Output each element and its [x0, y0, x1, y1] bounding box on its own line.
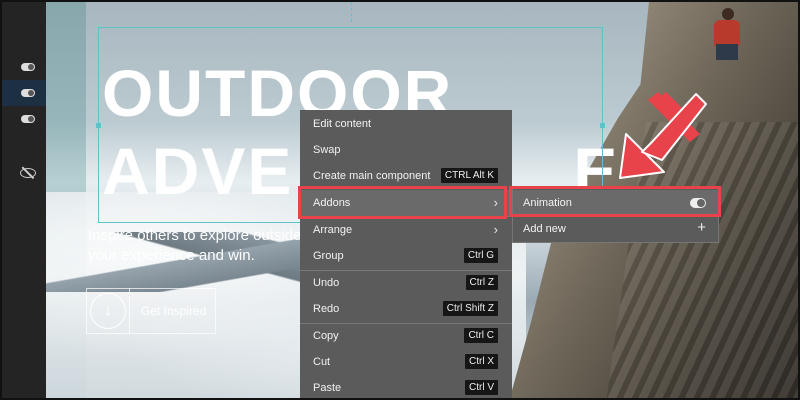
shortcut-badge: Ctrl Z — [465, 275, 498, 290]
shortcut-badge: Ctrl Shift Z — [442, 301, 498, 316]
get-inspired-button[interactable]: ↓ Get Inspired — [86, 288, 216, 334]
alignment-guide — [351, 2, 352, 22]
shortcut-badge: CTRL Alt K — [440, 168, 498, 183]
menu-item-label: Create main component — [313, 170, 431, 182]
animation-highlight-box — [509, 186, 721, 217]
menu-item-cut[interactable]: Cut Ctrl X — [300, 349, 512, 375]
layer-row[interactable] — [2, 106, 46, 132]
shortcut-badge: Ctrl X — [465, 354, 498, 369]
menu-item-label: Copy — [313, 330, 339, 342]
toggle-icon[interactable] — [21, 63, 35, 71]
get-inspired-label: Get Inspired — [141, 304, 207, 318]
menu-item-redo[interactable]: Redo Ctrl Shift Z — [300, 296, 512, 322]
menu-item-label: Group — [313, 250, 344, 262]
menu-item-label: Paste — [313, 382, 342, 394]
shortcut-badge: Ctrl C — [464, 328, 498, 343]
menu-item-swap[interactable]: Swap — [300, 137, 512, 163]
tagline-text: Inspire others to explore outside your e… — [88, 227, 302, 264]
submenu-item-add-new[interactable]: Add new + — [513, 216, 718, 242]
menu-item-copy[interactable]: Copy Ctrl C — [300, 323, 512, 349]
toggle-icon[interactable] — [21, 89, 35, 97]
context-menu: Edit content Swap Create main component … — [300, 110, 512, 398]
layer-row[interactable] — [2, 160, 46, 186]
climber-image — [706, 8, 750, 60]
menu-item-arrange[interactable]: Arrange › — [300, 217, 512, 243]
resize-handle[interactable] — [96, 123, 101, 128]
toggle-icon[interactable] — [21, 115, 35, 123]
addons-highlight-box — [298, 186, 507, 219]
button-divider — [129, 288, 130, 334]
menu-item-label: Swap — [313, 144, 341, 156]
menu-item-label: Undo — [313, 277, 340, 289]
shortcut-badge: Ctrl G — [463, 248, 498, 263]
layers-panel — [2, 2, 46, 398]
plus-icon[interactable]: + — [697, 219, 706, 236]
menu-item-edit-content[interactable]: Edit content — [300, 111, 512, 137]
menu-item-paste[interactable]: Paste Ctrl V — [300, 375, 512, 398]
layer-row[interactable] — [2, 54, 46, 80]
app-frame: OUTDOOR ADVE E Inspire others to explore … — [0, 0, 800, 400]
submenu-item-label: Add new — [523, 223, 566, 235]
arrow-down-icon: ↓ — [90, 293, 126, 329]
menu-item-group[interactable]: Group Ctrl G — [300, 243, 512, 269]
chevron-right-icon: › — [493, 222, 498, 237]
menu-item-label: Redo — [313, 303, 340, 315]
eye-slash-icon[interactable] — [20, 168, 36, 178]
callout-arrow-icon — [619, 92, 707, 179]
layer-row-active[interactable] — [2, 80, 46, 106]
shortcut-badge: Ctrl V — [465, 380, 498, 395]
menu-item-undo[interactable]: Undo Ctrl Z — [300, 270, 512, 296]
menu-item-label: Cut — [313, 356, 331, 368]
menu-item-label: Edit content — [313, 118, 372, 130]
menu-item-label: Arrange — [313, 224, 353, 236]
